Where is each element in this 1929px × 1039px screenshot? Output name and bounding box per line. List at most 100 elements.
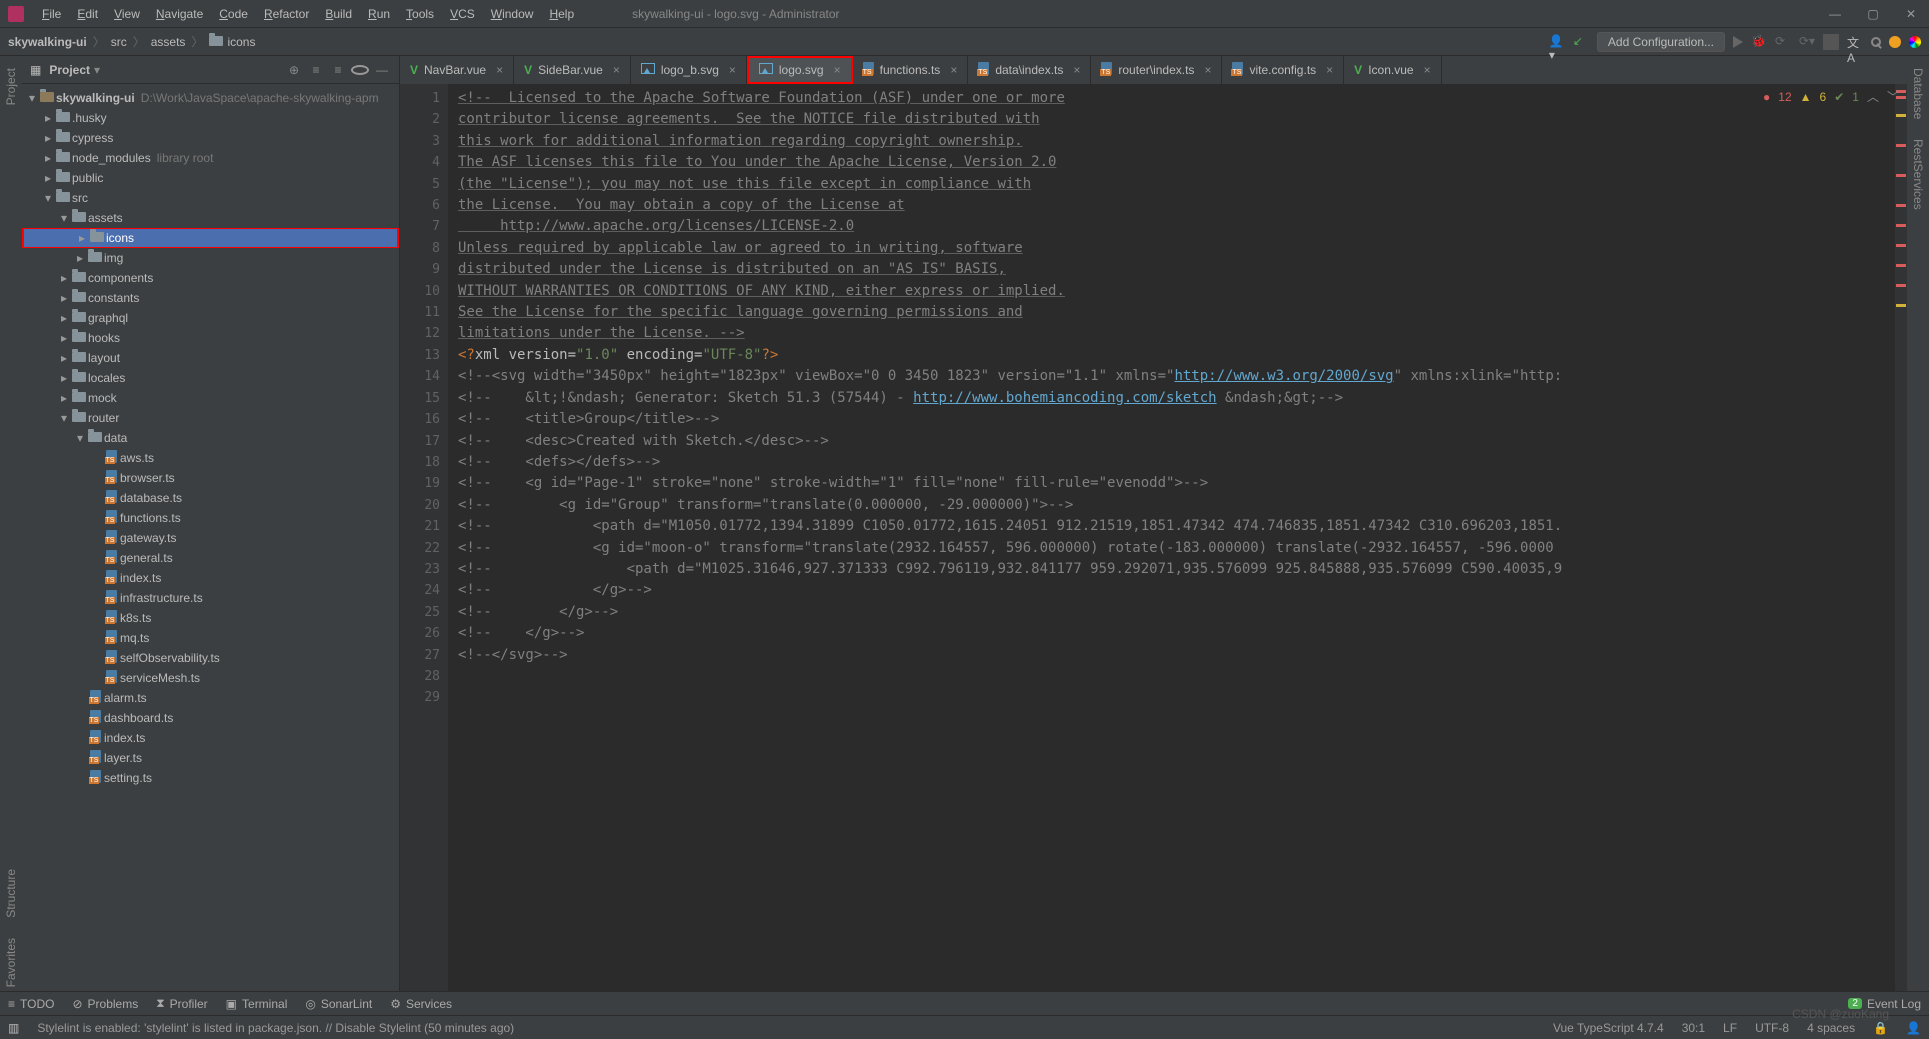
tree-root[interactable]: skywalking-ui D:\Work\JavaSpace\apache-s… (22, 88, 399, 108)
status-position[interactable]: 30:1 (1682, 1021, 1705, 1035)
collapse-all-icon[interactable]: ≡ (329, 63, 347, 77)
settings-icon[interactable] (351, 65, 369, 75)
status-encoding[interactable]: UTF-8 (1755, 1021, 1789, 1035)
side-tab-favorites[interactable]: Favorites (4, 934, 18, 991)
chevron-icon[interactable] (74, 251, 86, 265)
search-icon[interactable] (1871, 37, 1881, 47)
editor-tab-SideBar-vue[interactable]: VSideBar.vue× (514, 56, 631, 84)
tree-item-index-ts[interactable]: index.ts (22, 568, 399, 588)
tree-item-database-ts[interactable]: database.ts (22, 488, 399, 508)
tree-item-general-ts[interactable]: general.ts (22, 548, 399, 568)
inspection-widget[interactable]: ●12 ▲6 ✔1 ︿ ﹀ (1763, 88, 1899, 105)
editor-tab-logo_b-svg[interactable]: logo_b.svg× (631, 56, 747, 84)
close-tab-icon[interactable]: × (1073, 63, 1080, 77)
next-highlight-icon[interactable]: ﹀ (1887, 88, 1899, 105)
chevron-icon[interactable] (58, 291, 70, 305)
tree-item-cypress[interactable]: cypress (22, 128, 399, 148)
menu-edit[interactable]: Edit (69, 4, 106, 24)
side-tab-restservices[interactable]: RestServices (1911, 135, 1925, 214)
chevron-icon[interactable] (58, 211, 70, 225)
editor-tab-functions-ts[interactable]: functions.ts× (853, 56, 969, 84)
menu-file[interactable]: File (34, 4, 69, 24)
minimize-button[interactable]: — (1825, 7, 1845, 21)
event-log-button[interactable]: 2 Event Log (1848, 997, 1921, 1011)
chevron-icon[interactable] (42, 111, 54, 125)
chevron-icon[interactable] (58, 271, 70, 285)
code-editor[interactable]: <!-- Licensed to the Apache Software Fou… (448, 84, 1895, 991)
chevron-icon[interactable] (42, 131, 54, 145)
tree-item-dashboard-ts[interactable]: dashboard.ts (22, 708, 399, 728)
chevron-icon[interactable] (58, 311, 70, 325)
tree-item-src[interactable]: src (22, 188, 399, 208)
close-tab-icon[interactable]: × (496, 63, 503, 77)
tree-item-mock[interactable]: mock (22, 388, 399, 408)
chevron-icon[interactable] (42, 191, 54, 205)
menu-window[interactable]: Window (483, 4, 542, 24)
tree-item-gateway-ts[interactable]: gateway.ts (22, 528, 399, 548)
editor-tab-Icon-vue[interactable]: VIcon.vue× (1344, 56, 1441, 84)
tool-sonarlint[interactable]: ◎SonarLint (305, 996, 372, 1011)
breadcrumb-item[interactable]: icons (209, 35, 255, 49)
tree-item-setting-ts[interactable]: setting.ts (22, 768, 399, 788)
close-button[interactable]: ✕ (1901, 7, 1921, 21)
tree-item-data[interactable]: data (22, 428, 399, 448)
tree-item-img[interactable]: img (22, 248, 399, 268)
vcs-user-icon[interactable]: 👤▾ (1549, 34, 1565, 50)
expand-all-icon[interactable]: ≡ (307, 63, 325, 77)
tree-item-layer-ts[interactable]: layer.ts (22, 748, 399, 768)
stop-icon[interactable] (1823, 34, 1839, 50)
chevron-icon[interactable] (58, 331, 70, 345)
menu-navigate[interactable]: Navigate (148, 4, 211, 24)
tree-item-locales[interactable]: locales (22, 368, 399, 388)
tree-item-alarm-ts[interactable]: alarm.ts (22, 688, 399, 708)
tree-item-selfObservability-ts[interactable]: selfObservability.ts (22, 648, 399, 668)
menu-help[interactable]: Help (541, 4, 582, 24)
side-tab-database[interactable]: Database (1911, 64, 1925, 123)
tree-item-hooks[interactable]: hooks (22, 328, 399, 348)
editor-tab-logo-svg[interactable]: logo.svg× (747, 56, 853, 84)
menu-code[interactable]: Code (211, 4, 256, 24)
close-tab-icon[interactable]: × (950, 63, 957, 77)
menu-tools[interactable]: Tools (398, 4, 442, 24)
chevron-icon[interactable] (76, 231, 88, 245)
ide-status-icon[interactable] (1889, 36, 1901, 48)
tool-profiler[interactable]: ⧗Profiler (156, 996, 207, 1011)
tree-item-aws-ts[interactable]: aws.ts (22, 448, 399, 468)
tree-item-browser-ts[interactable]: browser.ts (22, 468, 399, 488)
coverage-icon[interactable]: ⟳ (1775, 34, 1791, 50)
menu-vcs[interactable]: VCS (442, 4, 483, 24)
tree-item-layout[interactable]: layout (22, 348, 399, 368)
code-with-me-icon[interactable] (1909, 36, 1921, 48)
tree-item-router[interactable]: router (22, 408, 399, 428)
error-stripe[interactable] (1895, 84, 1907, 991)
locate-icon[interactable]: ⊕ (285, 63, 303, 77)
tree-item-constants[interactable]: constants (22, 288, 399, 308)
chevron-down-icon[interactable] (26, 91, 38, 105)
translate-icon[interactable]: 文A (1847, 34, 1863, 50)
line-gutter[interactable]: 1234567891011121314151617181920212223242… (400, 84, 448, 991)
chevron-icon[interactable] (58, 411, 70, 425)
tool-terminal[interactable]: ▣Terminal (226, 996, 288, 1011)
chevron-icon[interactable] (58, 351, 70, 365)
tree-item-mq-ts[interactable]: mq.ts (22, 628, 399, 648)
project-view-label[interactable]: Project (49, 63, 90, 77)
editor-tab-vite-config-ts[interactable]: vite.config.ts× (1222, 56, 1344, 84)
breadcrumb-item[interactable]: src (111, 35, 127, 49)
tool-services[interactable]: ⚙Services (390, 996, 452, 1011)
editor-tab-router-index-ts[interactable]: router\index.ts× (1091, 56, 1222, 84)
tree-item-serviceMesh-ts[interactable]: serviceMesh.ts (22, 668, 399, 688)
tree-item-assets[interactable]: assets (22, 208, 399, 228)
hide-panel-icon[interactable]: — (373, 63, 391, 77)
close-tab-icon[interactable]: × (834, 63, 841, 77)
tree-item-icons[interactable]: icons (22, 228, 399, 248)
close-tab-icon[interactable]: × (1204, 63, 1211, 77)
chevron-icon[interactable] (42, 171, 54, 185)
breadcrumb-item[interactable]: assets (151, 35, 186, 49)
lock-icon[interactable]: 🔒 (1873, 1021, 1888, 1035)
side-tab-project[interactable]: Project (4, 64, 18, 109)
tree-item-public[interactable]: public (22, 168, 399, 188)
project-tree[interactable]: skywalking-ui D:\Work\JavaSpace\apache-s… (22, 84, 399, 991)
status-line-separator[interactable]: LF (1723, 1021, 1737, 1035)
tool-todo[interactable]: ≡TODO (8, 996, 54, 1011)
close-tab-icon[interactable]: × (729, 63, 736, 77)
